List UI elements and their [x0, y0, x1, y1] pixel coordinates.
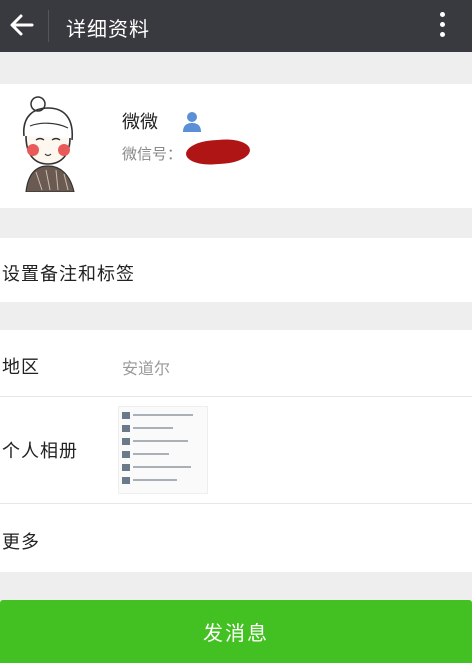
back-arrow-icon — [10, 14, 34, 36]
more-vertical-icon — [432, 12, 452, 37]
profile-card: 微微 微信号： — [0, 84, 472, 208]
region-row: 地区 安道尔 — [0, 330, 472, 396]
album-label: 个人相册 — [2, 441, 78, 462]
remark-and-tags-label: 设置备注和标签 — [2, 264, 135, 285]
contact-person-icon — [182, 111, 202, 133]
more-label: 更多 — [2, 532, 40, 553]
remark-and-tags-row[interactable]: 设置备注和标签 — [0, 238, 472, 302]
wechat-id-redaction — [185, 137, 251, 167]
avatar[interactable] — [16, 96, 92, 193]
region-label: 地区 — [2, 357, 40, 378]
send-message-button[interactable]: 发消息 — [0, 600, 472, 663]
top-bar: 详细资料 — [0, 0, 472, 52]
header-divider — [48, 10, 49, 42]
region-value: 安道尔 — [122, 359, 171, 378]
page-title: 详细资料 — [66, 17, 150, 41]
wechat-id-label: 微信号： — [122, 145, 183, 163]
back-button[interactable] — [8, 10, 36, 40]
details-section: 地区 安道尔 个人相册 更多 — [0, 330, 472, 572]
album-preview-thumbnail[interactable] — [118, 406, 208, 494]
avatar-illustration — [16, 96, 92, 193]
more-options-button[interactable] — [432, 12, 452, 42]
more-row[interactable]: 更多 — [0, 504, 472, 572]
album-row[interactable]: 个人相册 — [0, 397, 472, 503]
contact-name: 微微 — [122, 112, 158, 133]
